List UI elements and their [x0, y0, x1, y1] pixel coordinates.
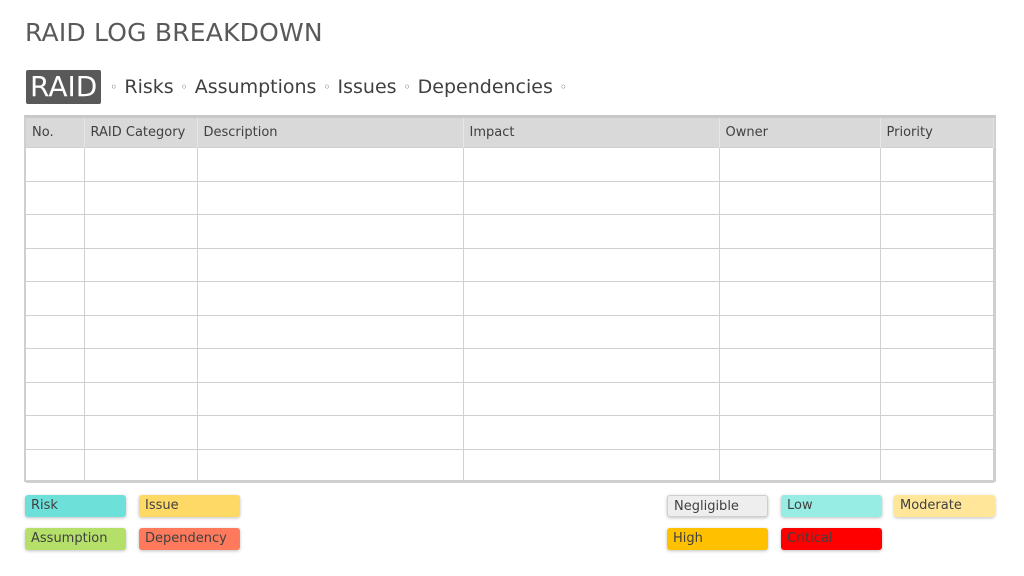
cell-impact[interactable] — [462, 147, 720, 182]
column-header-owner: Owner — [719, 118, 881, 148]
cell-description[interactable] — [196, 247, 464, 282]
cell-priority[interactable] — [879, 281, 994, 316]
cell-description[interactable] — [196, 214, 464, 249]
cell-owner[interactable] — [718, 281, 881, 316]
cell-owner[interactable] — [718, 214, 881, 249]
cell-raid-category[interactable] — [83, 381, 198, 416]
cell-priority[interactable] — [879, 381, 994, 416]
cell-raid-category[interactable] — [83, 214, 198, 249]
cell-impact[interactable] — [462, 348, 720, 383]
column-header-impact: Impact — [463, 118, 720, 148]
cell-description[interactable] — [196, 448, 464, 483]
cell-description[interactable] — [196, 381, 464, 416]
cell-no[interactable] — [26, 415, 85, 450]
cell-owner[interactable] — [718, 448, 881, 483]
cell-impact[interactable] — [462, 415, 720, 450]
cell-owner[interactable] — [718, 314, 881, 349]
cell-impact[interactable] — [462, 314, 720, 349]
bullet-icon: ◦ — [323, 80, 331, 94]
cell-no[interactable] — [26, 314, 85, 349]
cell-no[interactable] — [26, 448, 85, 483]
cell-description[interactable] — [196, 314, 464, 349]
cell-owner[interactable] — [718, 147, 881, 182]
table-row — [26, 281, 994, 316]
table-row — [26, 214, 994, 249]
cell-no[interactable] — [26, 381, 85, 416]
cell-no[interactable] — [26, 180, 85, 215]
legend-category-assumption: Assumption — [25, 528, 126, 550]
cell-raid-category[interactable] — [83, 247, 198, 282]
page-title: RAID LOG BREAKDOWN — [25, 18, 323, 47]
legend-category-issue: Issue — [139, 495, 240, 517]
legend-category-risk: Risk — [25, 495, 126, 517]
cell-description[interactable] — [196, 180, 464, 215]
table-row — [26, 348, 994, 383]
cell-no[interactable] — [26, 214, 85, 249]
table-row — [26, 381, 994, 416]
cell-impact[interactable] — [462, 281, 720, 316]
table-row — [26, 415, 994, 450]
cell-no[interactable] — [26, 147, 85, 182]
cell-owner[interactable] — [718, 348, 881, 383]
table-row — [26, 448, 994, 483]
cell-priority[interactable] — [879, 348, 994, 383]
cell-raid-category[interactable] — [83, 448, 198, 483]
cell-description[interactable] — [196, 281, 464, 316]
cell-impact[interactable] — [462, 214, 720, 249]
cell-owner[interactable] — [718, 180, 881, 215]
cell-priority[interactable] — [879, 415, 994, 450]
cell-priority[interactable] — [879, 180, 994, 215]
cell-description[interactable] — [196, 348, 464, 383]
cell-owner[interactable] — [718, 381, 881, 416]
column-header-raid-category: RAID Category — [84, 118, 198, 148]
subtitle-item-issues: Issues — [337, 76, 397, 98]
cell-raid-category[interactable] — [83, 314, 198, 349]
bullet-icon: ◦ — [110, 80, 118, 94]
cell-owner[interactable] — [718, 247, 881, 282]
cell-raid-category[interactable] — [83, 180, 198, 215]
legend-priority-critical: Critical — [781, 528, 882, 550]
legend-priority-high: High — [667, 528, 768, 550]
legend-category-dependency: Dependency — [139, 528, 240, 550]
table-row — [26, 247, 994, 282]
raid-breakdown-line: RAID ◦ Risks ◦ Assumptions ◦ Issues ◦ De… — [26, 70, 570, 104]
table-row — [26, 180, 994, 215]
cell-priority[interactable] — [879, 147, 994, 182]
column-header-no: No. — [26, 118, 85, 148]
cell-priority[interactable] — [879, 314, 994, 349]
cell-priority[interactable] — [879, 448, 994, 483]
cell-priority[interactable] — [879, 214, 994, 249]
bullet-icon: ◦ — [403, 80, 411, 94]
cell-no[interactable] — [26, 281, 85, 316]
table-row — [26, 147, 994, 182]
column-header-description: Description — [197, 118, 464, 148]
cell-impact[interactable] — [462, 180, 720, 215]
bullet-icon: ◦ — [180, 80, 188, 94]
subtitle-item-assumptions: Assumptions — [194, 76, 317, 98]
cell-description[interactable] — [196, 147, 464, 182]
cell-impact[interactable] — [462, 381, 720, 416]
cell-priority[interactable] — [879, 247, 994, 282]
cell-no[interactable] — [26, 348, 85, 383]
raid-badge: RAID — [26, 70, 102, 104]
cell-impact[interactable] — [462, 247, 720, 282]
bullet-icon: ◦ — [559, 80, 567, 94]
cell-raid-category[interactable] — [83, 281, 198, 316]
cell-no[interactable] — [26, 247, 85, 282]
cell-description[interactable] — [196, 415, 464, 450]
cell-raid-category[interactable] — [83, 348, 198, 383]
subtitle-item-dependencies: Dependencies — [417, 76, 553, 98]
legend-priority-moderate: Moderate — [894, 495, 995, 517]
cell-impact[interactable] — [462, 448, 720, 483]
cell-owner[interactable] — [718, 415, 881, 450]
subtitle-item-risks: Risks — [124, 76, 174, 98]
legend-priority-negligible: Negligible — [667, 495, 768, 517]
cell-raid-category[interactable] — [83, 415, 198, 450]
column-header-priority: Priority — [880, 118, 994, 148]
table-row — [26, 314, 994, 349]
legend-priority-low: Low — [781, 495, 882, 517]
table-header-row: No. RAID Category Description Impact Own… — [26, 118, 994, 148]
cell-raid-category[interactable] — [83, 147, 198, 182]
raid-log-table: No. RAID Category Description Impact Own… — [24, 115, 996, 483]
